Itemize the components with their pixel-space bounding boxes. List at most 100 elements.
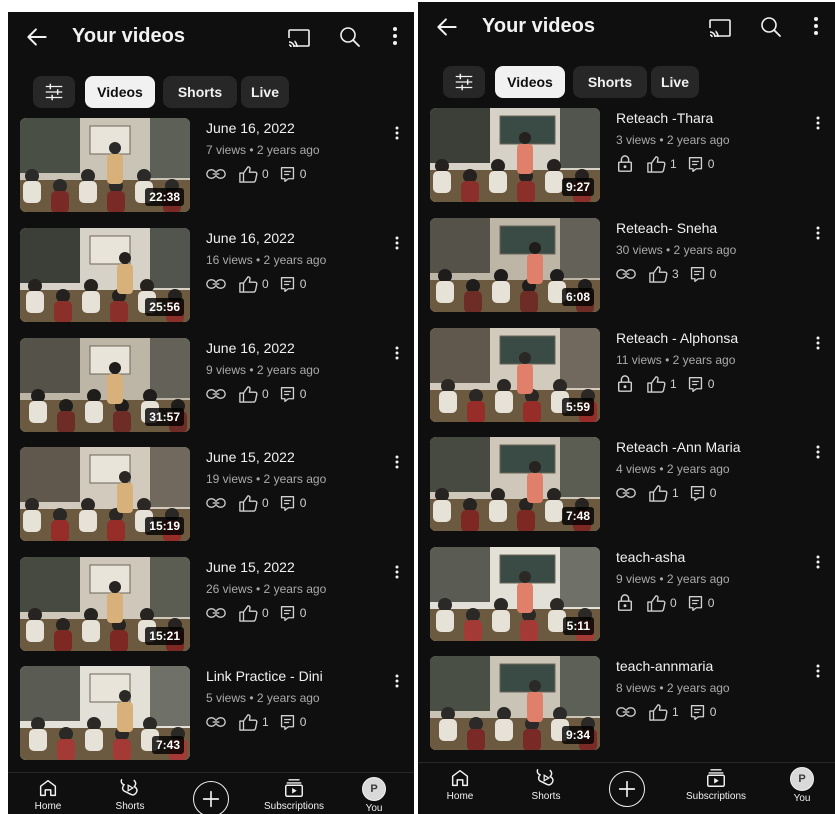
back-button[interactable] [24,24,52,52]
video-thumbnail[interactable]: 7:48 [430,437,600,531]
like-thumb-icon [647,156,666,173]
video-thumbnail[interactable]: 25:56 [20,228,190,322]
chip-videos[interactable]: Videos [85,76,155,108]
nav-subscriptions[interactable]: Subscriptions [254,777,334,812]
video-thumbnail[interactable]: 5:59 [430,328,600,422]
comment-icon [688,376,702,392]
video-more-button[interactable] [394,563,400,581]
video-list-item[interactable]: 5:11 teach-asha 9 views • 2 years ago 0 0 [418,547,835,647]
video-more-button[interactable] [394,124,400,142]
video-list-item[interactable]: 9:34 teach-annmaria 8 views • 2 years ago 1… [418,656,835,756]
cast-button[interactable] [286,26,312,50]
bottom-navigation: Home Shorts Subscriptions P You [418,762,835,814]
video-thumbnail[interactable]: 9:27 [430,108,600,202]
avatar: P [790,767,814,791]
chip-live[interactable]: Live [241,76,289,108]
video-thumbnail[interactable]: 6:08 [430,218,600,312]
video-thumbnail[interactable]: 22:38 [20,118,190,212]
nav-subscriptions[interactable]: Subscriptions [676,767,756,802]
video-thumbnail[interactable]: 7:43 [20,666,190,760]
nav-shorts[interactable]: Shorts [506,767,586,802]
video-title[interactable]: Reteach - Alphonsa [616,330,738,346]
video-list-item[interactable]: 7:43 Link Practice - Dini 5 views • 2 year… [8,666,414,766]
video-more-button[interactable] [815,334,821,352]
chip-shorts[interactable]: Shorts [573,66,647,98]
nav-shorts[interactable]: Shorts [90,777,170,812]
like-count: 0 [262,167,269,181]
video-title[interactable]: Link Practice - Dini [206,668,323,684]
comment-icon [280,714,294,730]
video-thumbnail[interactable]: 15:21 [20,557,190,651]
video-list-item[interactable]: 6:08 Reteach- Sneha 30 views • 2 years ago… [418,218,835,318]
comment-count: 0 [709,486,717,500]
video-title[interactable]: June 15, 2022 [206,449,295,465]
video-more-button[interactable] [815,553,821,571]
chip-shorts[interactable]: Shorts [163,76,237,108]
video-thumbnail[interactable]: 31:57 [20,338,190,432]
create-button[interactable] [609,771,645,807]
comment-icon [688,156,702,172]
video-thumbnail[interactable]: 5:11 [430,547,600,641]
video-list-item[interactable]: 15:19 June 15, 2022 19 views • 2 years ago… [8,447,414,547]
video-list-item[interactable]: 5:59 Reteach - Alphonsa 11 views • 2 years… [418,328,835,428]
page-title: Your videos [72,25,185,47]
like-count: 0 [262,606,269,620]
video-more-button[interactable] [394,672,400,690]
unlisted-link-icon [206,608,226,618]
video-more-button[interactable] [394,453,400,471]
more-options-button[interactable] [392,26,400,50]
video-title[interactable]: June 15, 2022 [206,559,295,575]
video-title[interactable]: June 16, 2022 [206,120,295,136]
video-list-item[interactable]: 9:27 Reteach -Thara 3 views • 2 years ago 1… [418,108,835,208]
video-meta: 7 views • 2 years ago [206,143,320,157]
search-button[interactable] [338,25,364,51]
chip-videos[interactable]: Videos [495,66,565,98]
nav-you[interactable]: P You [762,767,835,804]
video-more-button[interactable] [815,114,821,132]
video-title[interactable]: June 16, 2022 [206,340,295,356]
video-title[interactable]: Reteach -Ann Maria [616,439,741,455]
filter-settings-button[interactable] [33,76,75,108]
video-meta: 9 views • 2 years ago [206,363,320,377]
filter-settings-button[interactable] [443,66,485,98]
video-stats: 10 [206,712,316,732]
video-title[interactable]: June 16, 2022 [206,230,295,246]
nav-home[interactable]: Home [8,777,88,812]
nav-label: You [365,803,383,814]
back-arrow-icon [27,28,47,46]
video-more-button[interactable] [815,224,821,242]
more-vertical-icon [816,226,820,240]
video-title[interactable]: Reteach- Sneha [616,220,717,236]
video-thumbnail[interactable]: 9:34 [430,656,600,750]
video-list-item[interactable]: 31:57 June 16, 2022 9 views • 2 years ago 0… [8,338,414,438]
video-duration: 5:11 [562,617,594,635]
subscriptions-icon [285,779,303,797]
like-thumb-icon [647,376,666,393]
comment-icon [690,704,704,720]
video-title[interactable]: teach-asha [616,549,685,565]
video-more-button[interactable] [815,662,821,680]
video-list-item[interactable]: 15:21 June 15, 2022 26 views • 2 years ago… [8,557,414,657]
video-more-button[interactable] [394,234,400,252]
video-list-item[interactable]: 22:38 June 16, 2022 7 views • 2 years ago 0… [8,118,414,218]
video-thumbnail[interactable]: 15:19 [20,447,190,541]
back-arrow-icon [437,18,457,36]
video-title[interactable]: teach-annmaria [616,658,713,674]
nav-home[interactable]: Home [420,767,500,802]
comment-count: 0 [707,157,715,171]
video-stats: 00 [616,593,724,613]
back-button[interactable] [434,14,462,42]
video-list-item[interactable]: 25:56 June 16, 2022 16 views • 2 years ago… [8,228,414,328]
create-button[interactable] [193,781,229,814]
search-button[interactable] [759,15,785,41]
chip-live[interactable]: Live [651,66,699,98]
video-title[interactable]: Reteach -Thara [616,110,713,126]
video-more-button[interactable] [815,443,821,461]
nav-you[interactable]: P You [334,777,414,814]
more-options-button[interactable] [813,16,821,40]
more-vertical-icon [395,455,399,469]
like-count: 1 [262,715,269,729]
cast-button[interactable] [707,16,733,40]
video-more-button[interactable] [394,344,400,362]
video-list-item[interactable]: 7:48 Reteach -Ann Maria 4 views • 2 years … [418,437,835,537]
